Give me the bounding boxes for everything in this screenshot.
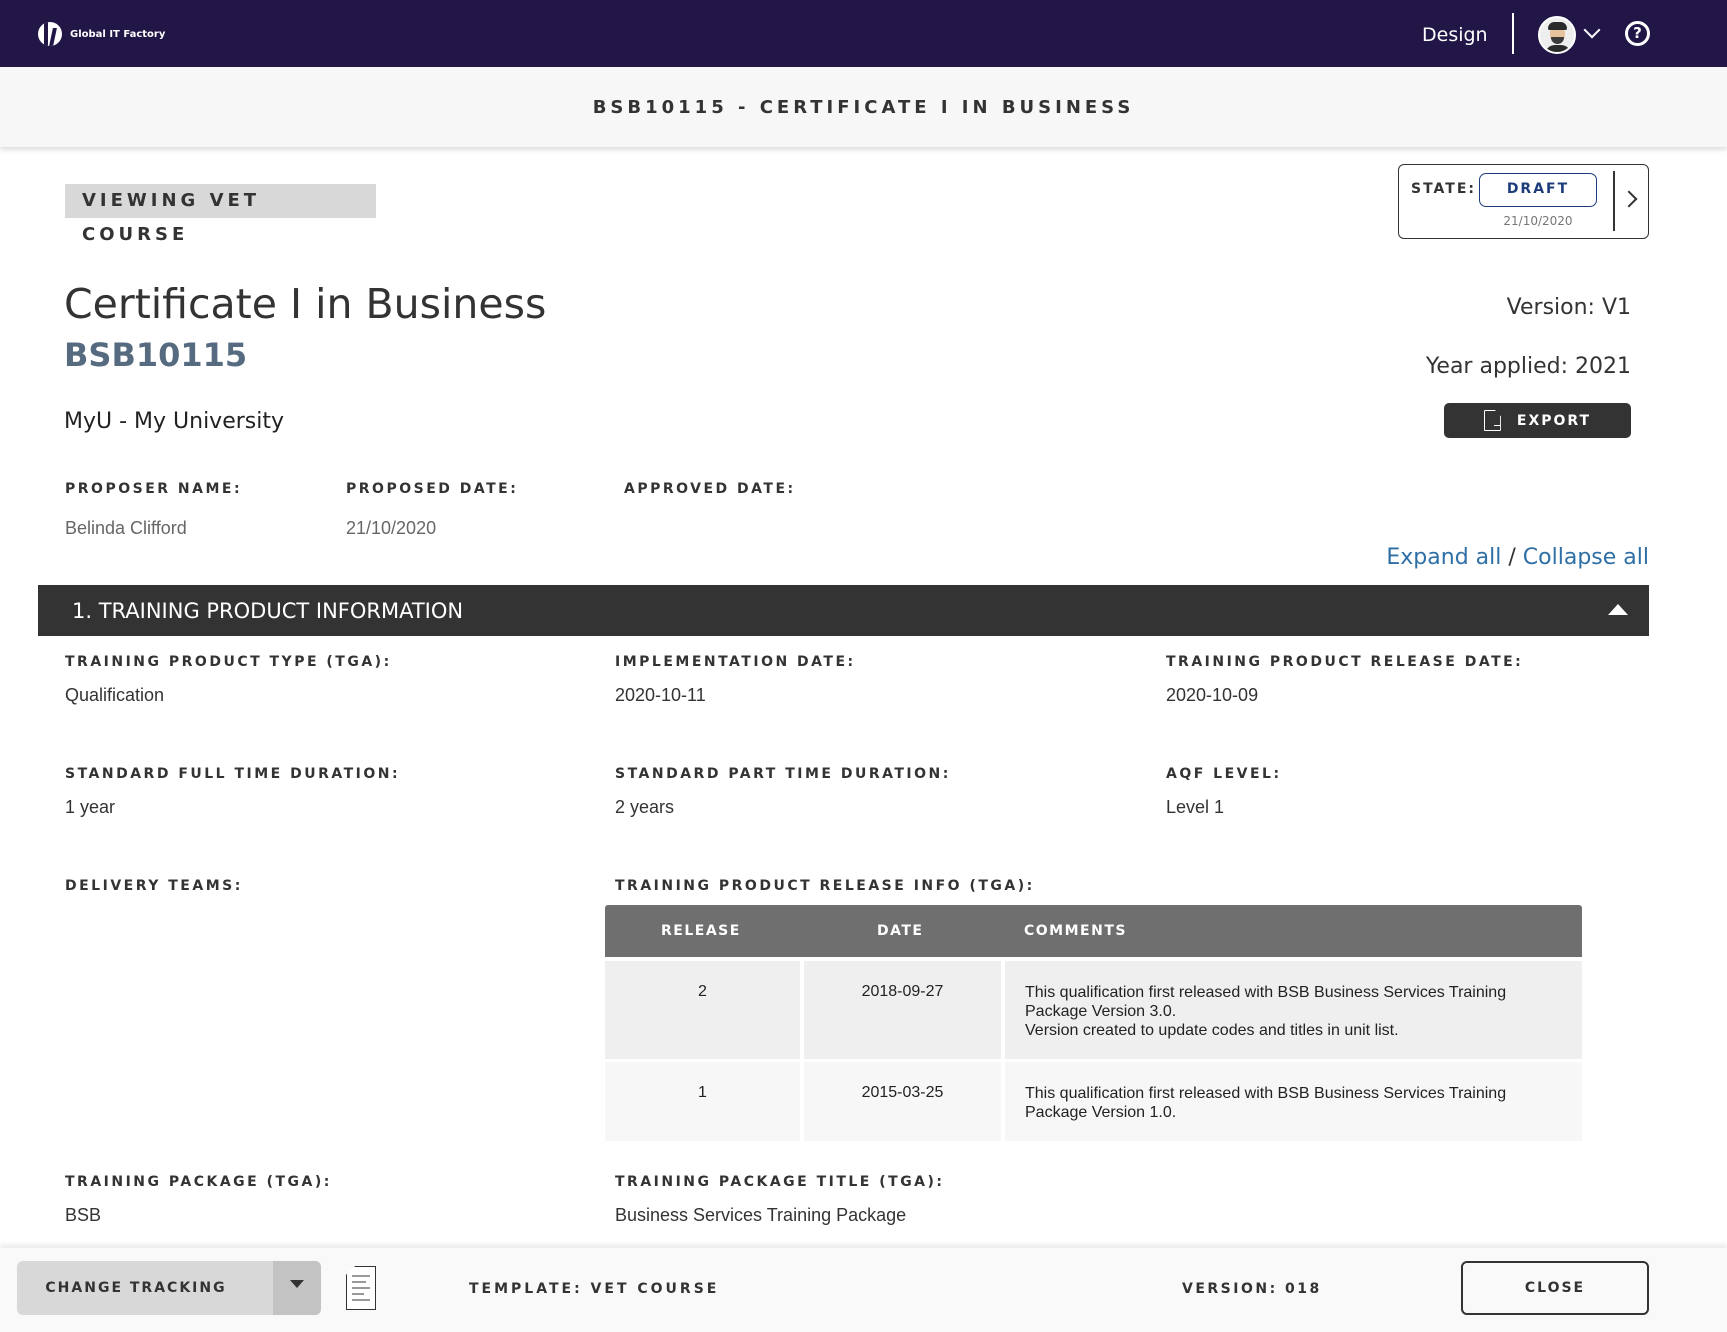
table-row: 2 2018-09-27 This qualification first re… xyxy=(605,961,1582,1059)
approved-date-label: APPROVED DATE: xyxy=(624,481,796,497)
state-badge: DRAFT xyxy=(1479,173,1597,207)
export-label: EXPORT xyxy=(1516,412,1592,429)
column-header-date: DATE xyxy=(877,923,924,939)
part-time-duration-label: STANDARD PART TIME DURATION: xyxy=(615,766,951,782)
training-package-title-label: TRAINING PACKAGE TITLE (TGA): xyxy=(615,1174,945,1190)
export-button[interactable]: EXPORT xyxy=(1444,403,1631,438)
implementation-date-label: IMPLEMENTATION DATE: xyxy=(615,654,856,670)
release-cell: 1 xyxy=(605,1062,800,1141)
year-applied: Year applied: 2021 xyxy=(1425,354,1631,379)
state-label: STATE: xyxy=(1411,181,1477,197)
aqf-level-label: AQF LEVEL: xyxy=(1166,766,1282,782)
section-title: 1. TRAINING PRODUCT INFORMATION xyxy=(72,599,464,623)
workflow-state-panel: STATE: DRAFT 21/10/2020 xyxy=(1398,164,1649,239)
expand-all-link[interactable]: Expand all xyxy=(1386,545,1501,570)
global-it-factory-logo-icon xyxy=(38,22,62,46)
collapse-all-link[interactable]: Collapse all xyxy=(1523,545,1649,570)
comments-cell: This qualification first released with B… xyxy=(1005,961,1582,1059)
product-type-value: Qualification xyxy=(65,685,165,705)
expand-collapse-links: Expand all / Collapse all xyxy=(1386,545,1649,570)
proposed-date-value: 21/10/2020 xyxy=(346,518,437,538)
training-package-title-value: Business Services Training Package xyxy=(615,1205,907,1225)
column-header-release: RELEASE xyxy=(661,923,741,939)
release-info-label: TRAINING PRODUCT RELEASE INFO (TGA): xyxy=(615,878,1035,894)
page-title: BSB10115 - CERTIFICATE I IN BUSINESS xyxy=(592,97,1135,118)
page-title-bar: BSB10115 - CERTIFICATE I IN BUSINESS xyxy=(0,67,1727,147)
organisation-name: MyU - My University xyxy=(64,409,284,434)
proposer-name-value: Belinda Clifford xyxy=(65,518,187,538)
question-circle-icon[interactable]: ? xyxy=(1625,21,1650,46)
top-navigation-bar: Global IT Factory Design ? xyxy=(0,0,1727,67)
comment-line: This qualification first released with B… xyxy=(1025,1085,1507,1121)
close-button[interactable]: CLOSE xyxy=(1461,1261,1649,1315)
collapse-triangle-icon[interactable] xyxy=(1608,604,1628,615)
document-icon[interactable] xyxy=(346,1266,376,1310)
training-package-value: BSB xyxy=(65,1205,102,1225)
proposer-name-label: PROPOSER NAME: xyxy=(65,481,243,497)
release-date-label: TRAINING PRODUCT RELEASE DATE: xyxy=(1166,654,1524,670)
course-code: BSB10115 xyxy=(64,336,248,374)
comments-cell: This qualification first released with B… xyxy=(1005,1062,1582,1141)
date-cell: 2018-09-27 xyxy=(804,961,1001,1059)
product-type-label: TRAINING PRODUCT TYPE (TGA): xyxy=(65,654,392,670)
section-header-training-product-information[interactable]: 1. TRAINING PRODUCT INFORMATION xyxy=(38,585,1649,636)
export-file-icon xyxy=(1483,410,1501,431)
release-date-value: 2020-10-09 xyxy=(1166,685,1259,705)
state-divider xyxy=(1613,171,1615,231)
comment-line: Version created to update codes and titl… xyxy=(1025,1022,1399,1039)
part-time-duration-value: 2 years xyxy=(615,797,675,817)
release-cell: 2 xyxy=(605,961,800,1059)
course-version: Version: V1 xyxy=(1506,295,1631,320)
full-time-duration-value: 1 year xyxy=(65,797,116,817)
version-label: VERSION: 018 xyxy=(1182,1281,1322,1297)
change-tracking-button[interactable]: CHANGE TRACKING xyxy=(17,1261,321,1315)
course-title: Certificate I in Business xyxy=(64,280,547,328)
state-date: 21/10/2020 xyxy=(1503,214,1573,228)
user-avatar-icon[interactable] xyxy=(1538,16,1576,54)
column-header-comments: COMMENTS xyxy=(1024,923,1127,939)
comment-line: This qualification first released with B… xyxy=(1025,984,1507,1020)
training-package-label: TRAINING PACKAGE (TGA): xyxy=(65,1174,332,1190)
delivery-teams-label: DELIVERY TEAMS: xyxy=(65,878,243,894)
header-divider xyxy=(1512,13,1514,54)
brand-name: Global IT Factory xyxy=(70,28,166,40)
role-switcher[interactable]: Design xyxy=(1422,24,1488,46)
date-cell: 2015-03-25 xyxy=(804,1062,1001,1141)
table-row: 1 2015-03-25 This qualification first re… xyxy=(605,1062,1582,1141)
link-separator: / xyxy=(1508,545,1516,570)
change-tracking-label: CHANGE TRACKING xyxy=(45,1280,227,1296)
aqf-level-value: Level 1 xyxy=(1166,797,1225,817)
footer-bar: CHANGE TRACKING TEMPLATE: VET COURSE VER… xyxy=(0,1248,1727,1332)
chevron-down-icon[interactable] xyxy=(1583,21,1601,39)
proposed-date-label: PROPOSED DATE: xyxy=(346,481,519,497)
viewing-mode-badge: VIEWING VET COURSE xyxy=(65,184,376,245)
full-time-duration-label: STANDARD FULL TIME DURATION: xyxy=(65,766,401,782)
chevron-right-icon[interactable] xyxy=(1620,190,1638,208)
caret-down-icon[interactable] xyxy=(273,1261,321,1315)
release-table-header: RELEASE DATE COMMENTS xyxy=(605,905,1582,957)
brand-logo[interactable]: Global IT Factory xyxy=(38,22,165,46)
implementation-date-value: 2020-10-11 xyxy=(615,685,706,705)
template-label: TEMPLATE: VET COURSE xyxy=(469,1281,720,1297)
